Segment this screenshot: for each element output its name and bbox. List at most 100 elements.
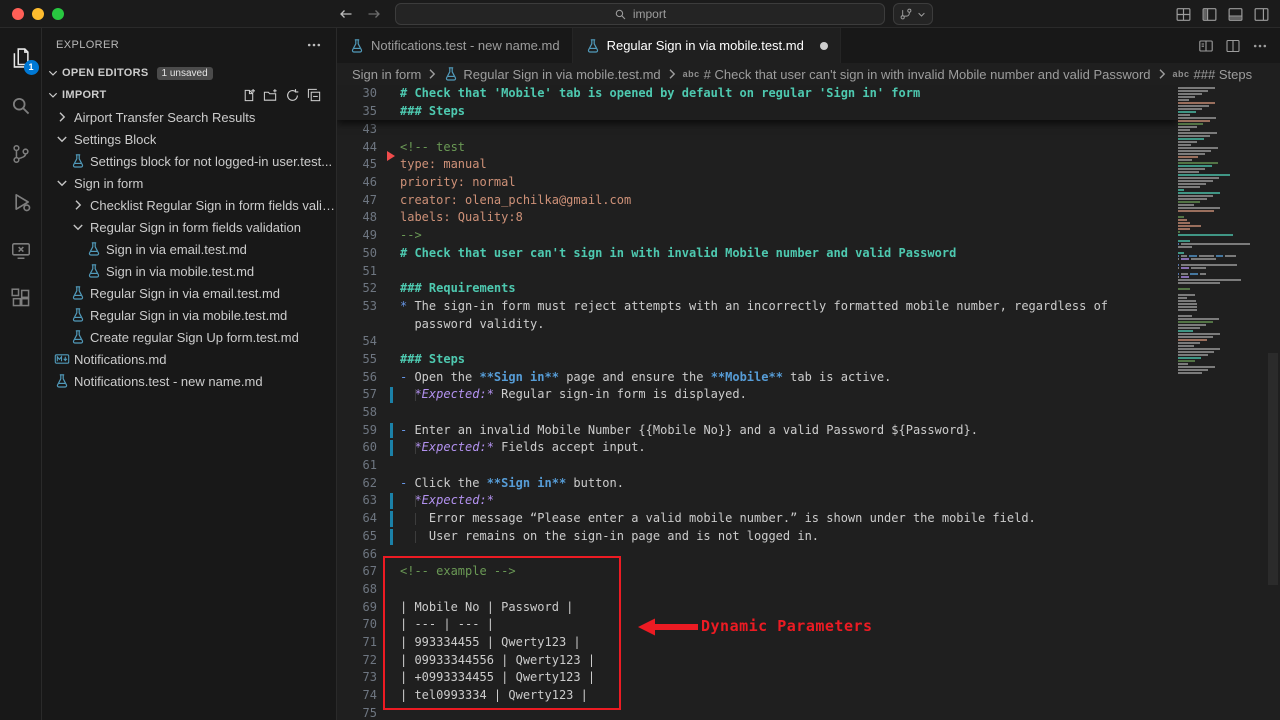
tree-item[interactable]: Checklist Regular Sign in form fields va… — [42, 194, 336, 216]
code-line[interactable]: password validity. — [337, 316, 1280, 334]
line-number[interactable]: 63 — [337, 492, 377, 510]
line-number[interactable]: 58 — [337, 404, 377, 422]
zoom-button[interactable] — [52, 8, 64, 20]
activity-item-explorer[interactable]: 1 — [0, 34, 42, 82]
code-line[interactable]: 60 *Expected:* Fields accept input. — [337, 439, 1280, 457]
line-number[interactable]: 70 — [337, 616, 377, 634]
line-number[interactable]: 50 — [337, 245, 377, 263]
new-folder-button[interactable] — [263, 88, 278, 103]
line-number[interactable]: 54 — [337, 333, 377, 351]
code-line[interactable]: 65 User remains on the sign-in page and … — [337, 528, 1280, 546]
line-number[interactable]: 43 — [337, 121, 377, 139]
code-line[interactable]: 44<!-- test — [337, 139, 1280, 157]
tree-item[interactable]: Regular Sign in via mobile.test.md — [42, 304, 336, 326]
breadcrumb-item[interactable]: Regular Sign in via mobile.test.md — [443, 66, 660, 82]
sticky-scroll[interactable]: 30# Check that 'Mobile' tab is opened by… — [337, 85, 1178, 120]
line-number[interactable]: 68 — [337, 581, 377, 599]
editor-pane[interactable]: 4344<!-- test45type: manual46priority: n… — [337, 85, 1280, 720]
line-number[interactable]: 56 — [337, 369, 377, 387]
refresh-explorer-button[interactable] — [285, 88, 300, 103]
line-number[interactable]: 69 — [337, 599, 377, 617]
open-editors-header[interactable]: OPEN EDITORS 1 unsaved — [42, 62, 336, 84]
close-button[interactable] — [12, 8, 24, 20]
code-line[interactable]: 72| 09933344556 | Qwerty123 | — [337, 652, 1280, 670]
code-line[interactable]: 59- Enter an invalid Mobile Number {{Mob… — [337, 422, 1280, 440]
open-preview-button[interactable] — [1198, 38, 1214, 54]
code-line[interactable]: 46priority: normal — [337, 174, 1280, 192]
tree-item[interactable]: Create regular Sign Up form.test.md — [42, 326, 336, 348]
tree-item[interactable]: Settings Block — [42, 128, 336, 150]
tree-item[interactable]: Regular Sign in via email.test.md — [42, 282, 336, 304]
code-line[interactable]: 63 *Expected:* — [337, 492, 1280, 510]
collapse-folders-button[interactable] — [307, 88, 322, 103]
code-line[interactable]: 47creator: olena_pchilka@gmail.com — [337, 192, 1280, 210]
scrollbar[interactable] — [1266, 85, 1280, 720]
activity-item-search[interactable] — [0, 82, 42, 130]
tree-item[interactable]: Notifications.md — [42, 348, 336, 370]
code-line[interactable]: 50# Check that user can't sign in with i… — [337, 245, 1280, 263]
code-line[interactable]: 70| --- | --- | — [337, 616, 1280, 634]
code-line[interactable]: 68 — [337, 581, 1280, 599]
activity-item-source-control[interactable] — [0, 130, 42, 178]
line-number[interactable]: 52 — [337, 280, 377, 298]
line-number[interactable]: 75 — [337, 705, 377, 720]
code-line[interactable]: 55### Steps — [337, 351, 1280, 369]
navigate-forward-button[interactable] — [366, 6, 382, 22]
workspace-folder-header[interactable]: IMPORT — [42, 84, 336, 106]
toggle-secondary-sidebar-button[interactable] — [1253, 6, 1270, 23]
views-more-actions-button[interactable] — [306, 37, 322, 53]
line-number[interactable]: 60 — [337, 439, 377, 457]
line-number[interactable]: 73 — [337, 669, 377, 687]
breadcrumb-item[interactable]: abc### Steps — [1173, 67, 1253, 82]
code-line[interactable]: 53* The sign-in form must reject attempt… — [337, 298, 1280, 316]
line-number[interactable]: 66 — [337, 546, 377, 564]
code-line[interactable]: 54 — [337, 333, 1280, 351]
code-line[interactable]: 35### Steps — [337, 103, 1178, 121]
code-line[interactable]: 64 Error message “Please enter a valid m… — [337, 510, 1280, 528]
code-line[interactable]: 61 — [337, 457, 1280, 475]
line-number[interactable]: 45 — [337, 156, 377, 174]
navigate-back-button[interactable] — [338, 6, 354, 22]
code-line[interactable]: 73| +0993334455 | Qwerty123 | — [337, 669, 1280, 687]
line-number[interactable]: 74 — [337, 687, 377, 705]
code-line[interactable]: 51 — [337, 263, 1280, 281]
code-line[interactable]: 62- Click the **Sign in** button. — [337, 475, 1280, 493]
unsaved-dot-icon[interactable] — [820, 42, 828, 50]
activity-item-remote[interactable] — [0, 226, 42, 274]
more-editor-actions-button[interactable] — [1252, 38, 1268, 54]
line-number[interactable]: 44 — [337, 139, 377, 157]
code-line[interactable]: 69| Mobile No | Password | — [337, 599, 1280, 617]
code-line[interactable]: 58 — [337, 404, 1280, 422]
code-line[interactable]: 43 — [337, 121, 1280, 139]
line-number[interactable]: 53 — [337, 298, 377, 316]
line-number[interactable]: 35 — [337, 103, 377, 121]
code-line[interactable]: 75 — [337, 705, 1280, 720]
customize-layout-button[interactable] — [1175, 6, 1192, 23]
line-number[interactable]: 59 — [337, 422, 377, 440]
split-editor-button[interactable] — [1225, 38, 1241, 54]
command-center-search[interactable]: import — [395, 3, 885, 25]
scrollbar-thumb[interactable] — [1268, 353, 1278, 585]
code-line[interactable]: 71| 993334455 | Qwerty123 | — [337, 634, 1280, 652]
line-number[interactable]: 62 — [337, 475, 377, 493]
line-number[interactable]: 55 — [337, 351, 377, 369]
tree-item[interactable]: Settings block for not logged-in user.te… — [42, 150, 336, 172]
line-number[interactable]: 49 — [337, 227, 377, 245]
editor-tab[interactable]: Regular Sign in via mobile.test.md — [573, 28, 841, 63]
line-number[interactable]: 72 — [337, 652, 377, 670]
code-line[interactable]: 30# Check that 'Mobile' tab is opened by… — [337, 85, 1178, 103]
line-number[interactable]: 57 — [337, 386, 377, 404]
editor-tab[interactable]: Notifications.test - new name.md — [337, 28, 573, 63]
source-control-graph-button[interactable] — [893, 3, 933, 25]
tree-item[interactable]: Sign in form — [42, 172, 336, 194]
code-line[interactable]: 48labels: Quality:8 — [337, 209, 1280, 227]
tree-item[interactable]: Sign in via mobile.test.md — [42, 260, 336, 282]
line-number[interactable]: 64 — [337, 510, 377, 528]
line-number[interactable]: 51 — [337, 263, 377, 281]
minimap[interactable] — [1178, 85, 1266, 720]
line-number[interactable]: 47 — [337, 192, 377, 210]
minimize-button[interactable] — [32, 8, 44, 20]
code-line[interactable]: 49--> — [337, 227, 1280, 245]
new-file-button[interactable] — [241, 88, 256, 103]
toggle-primary-sidebar-button[interactable] — [1201, 6, 1218, 23]
